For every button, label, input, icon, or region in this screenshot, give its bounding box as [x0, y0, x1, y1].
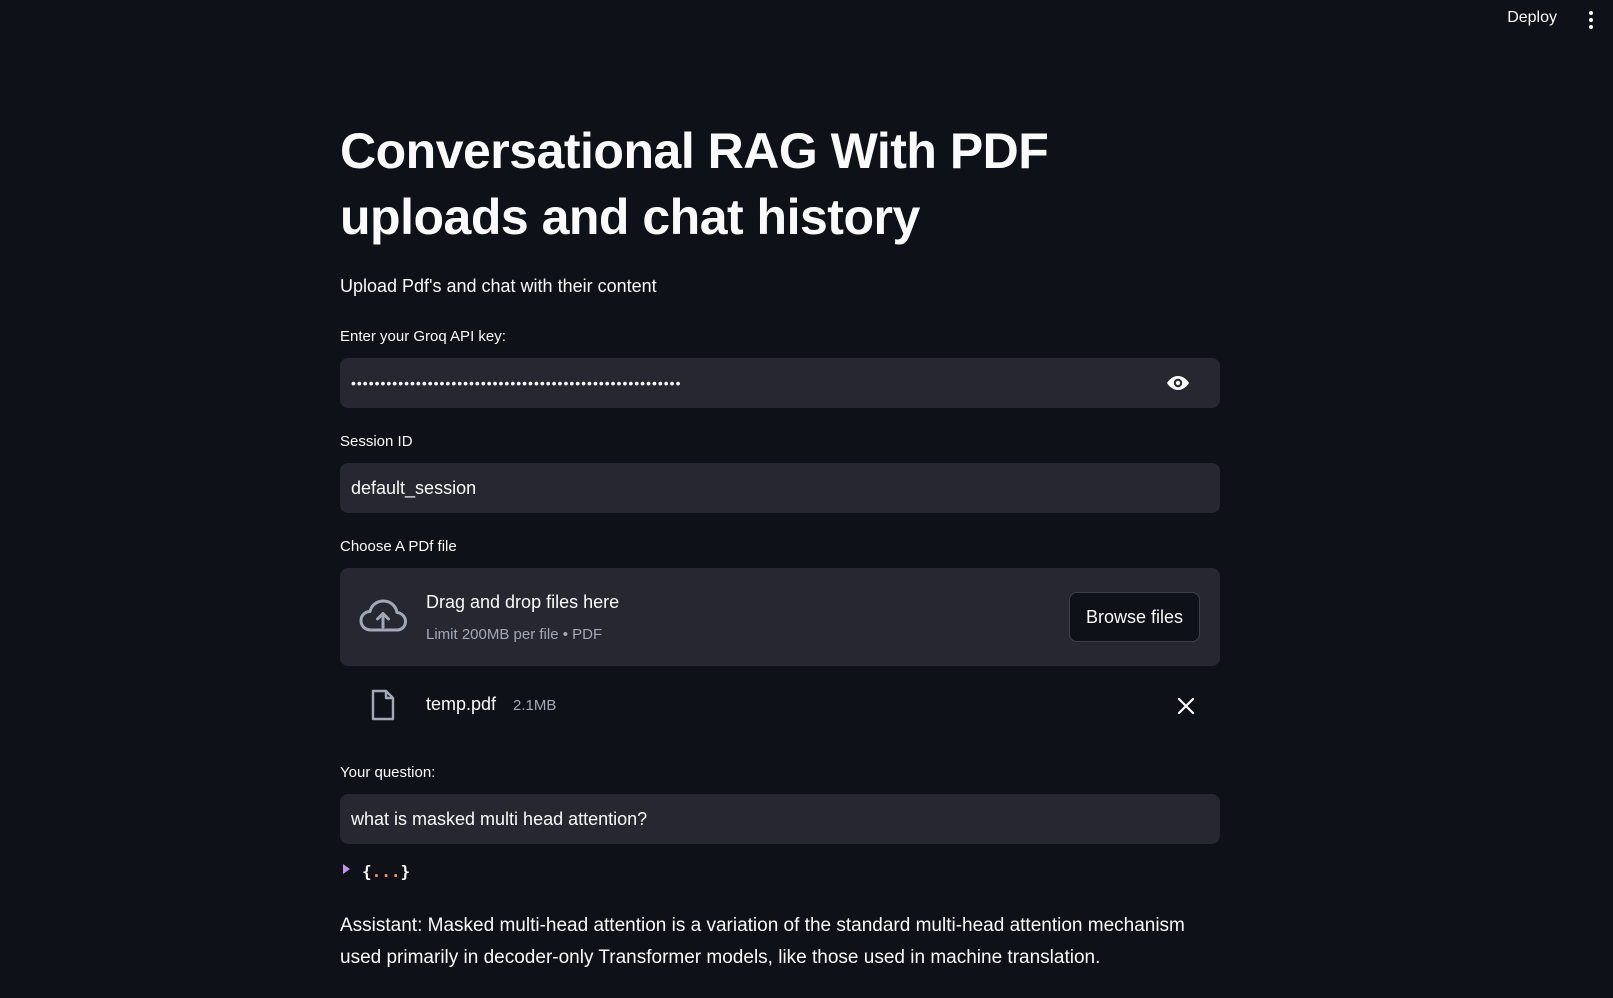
page-subtitle: Upload Pdf's and chat with their content [340, 276, 657, 296]
session-id-value: default_session [351, 477, 477, 498]
deploy-button[interactable]: Deploy [1507, 9, 1557, 27]
uploaded-file-name: temp.pdf [426, 694, 497, 714]
json-collapsed-text[interactable]: {...} [362, 862, 410, 881]
cloud-upload-icon [359, 599, 407, 632]
eye-icon[interactable] [1164, 372, 1192, 394]
question-value: what is masked multi head attention? [351, 808, 648, 829]
api-key-input[interactable]: ••••••••••••••••••••••••••••••••••••••••… [340, 358, 1220, 408]
page-title: Conversational RAG With PDF uploads and … [340, 123, 1049, 245]
dropzone-subtitle: Limit 200MB per file • PDF [426, 626, 603, 643]
kebab-menu-icon[interactable] [1583, 10, 1599, 30]
json-close-brace: } [400, 862, 411, 881]
file-dropzone[interactable]: Drag and drop files here Limit 200MB per… [340, 568, 1220, 666]
json-ellipsis: ... [371, 862, 401, 881]
session-id-input[interactable]: default_session [340, 463, 1220, 513]
assistant-answer: Assistant: Masked multi-head attention i… [340, 915, 1185, 968]
json-open-brace: { [362, 862, 372, 881]
uploaded-file-size: 2.1MB [513, 697, 557, 714]
api-key-label: Enter your Groq API key: [340, 328, 506, 345]
session-id-label: Session ID [340, 433, 413, 450]
api-key-masked-value: ••••••••••••••••••••••••••••••••••••••••… [351, 375, 682, 391]
file-uploader-label: Choose A PDf file [340, 538, 457, 555]
json-expand-caret-icon[interactable] [343, 864, 350, 874]
dropzone-title: Drag and drop files here [426, 592, 620, 612]
uploaded-file-row: temp.pdf 2.1MB [340, 686, 1220, 726]
question-input[interactable]: what is masked multi head attention? [340, 794, 1220, 844]
question-label: Your question: [340, 764, 436, 781]
top-bar: Deploy [0, 0, 1613, 40]
browse-files-button[interactable]: Browse files [1069, 592, 1200, 642]
file-icon [371, 689, 395, 721]
close-icon[interactable] [1176, 696, 1196, 716]
